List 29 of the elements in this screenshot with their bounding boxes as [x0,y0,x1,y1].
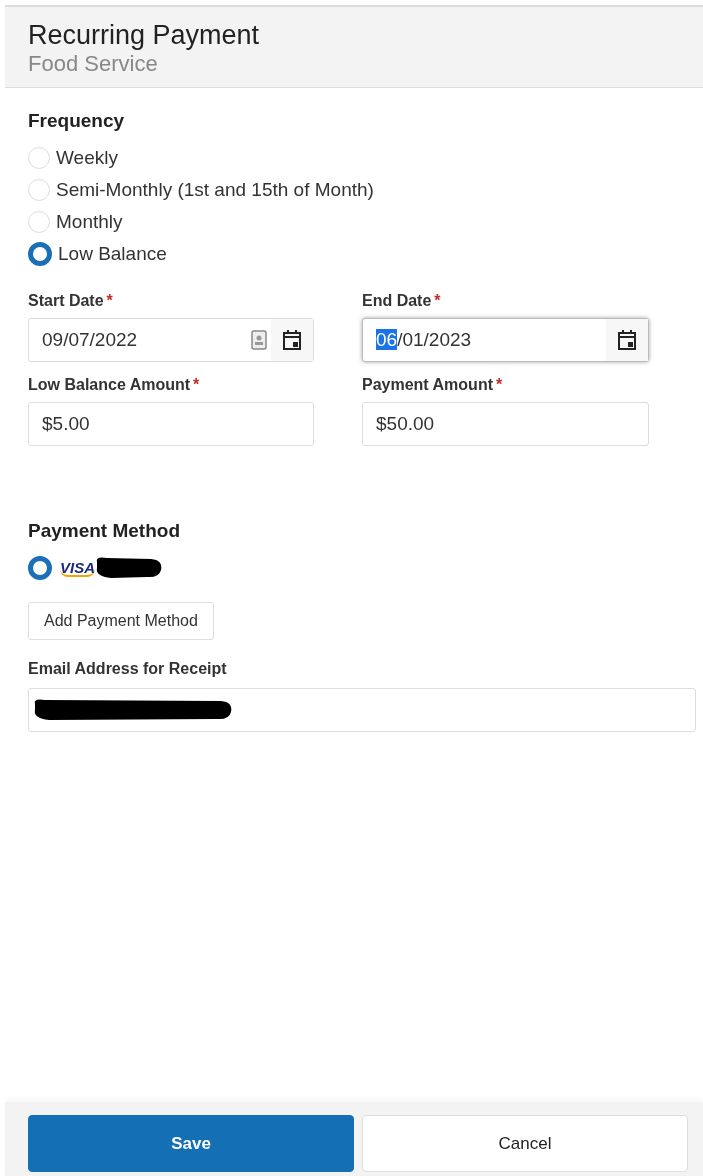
contact-card-icon[interactable] [251,330,267,350]
cancel-button[interactable]: Cancel [362,1115,688,1172]
radio-label[interactable]: Low Balance [58,243,167,265]
calendar-icon [282,329,302,351]
card-brand-logo: VISA [60,559,95,577]
input-field[interactable]: $5.00 [28,402,314,446]
date-field[interactable]: 09/07/2022 [28,318,314,362]
email-field[interactable] [28,688,696,732]
radio-button[interactable] [28,242,52,266]
save-button[interactable]: Save [28,1115,354,1172]
radio-button[interactable] [28,556,52,580]
radio-label[interactable]: Monthly [56,211,123,233]
input-field[interactable]: $50.00 [362,402,649,446]
calendar-icon [617,329,637,351]
field-label: Email Address for Receipt [28,660,227,678]
field-label: Start Date * [28,292,113,310]
radio-label[interactable]: Weekly [56,147,118,169]
field-value: $50.00 [376,413,436,435]
page-subtitle: Food Service [28,51,158,77]
radio-label[interactable]: Semi-Monthly (1st and 15th of Month) [56,179,374,201]
field-value: 09/07/2022 [42,329,139,351]
add-payment-method-button[interactable]: Add Payment Method [28,602,214,640]
field-value: $5.00 [42,413,91,435]
section-label: Payment Method [28,520,181,542]
section-label: Frequency [28,110,125,132]
field-label: Payment Amount * [362,376,503,394]
field-label: End Date * [362,292,441,310]
field-label: Low Balance Amount * [28,376,200,394]
page-title: Recurring Payment [28,19,260,51]
